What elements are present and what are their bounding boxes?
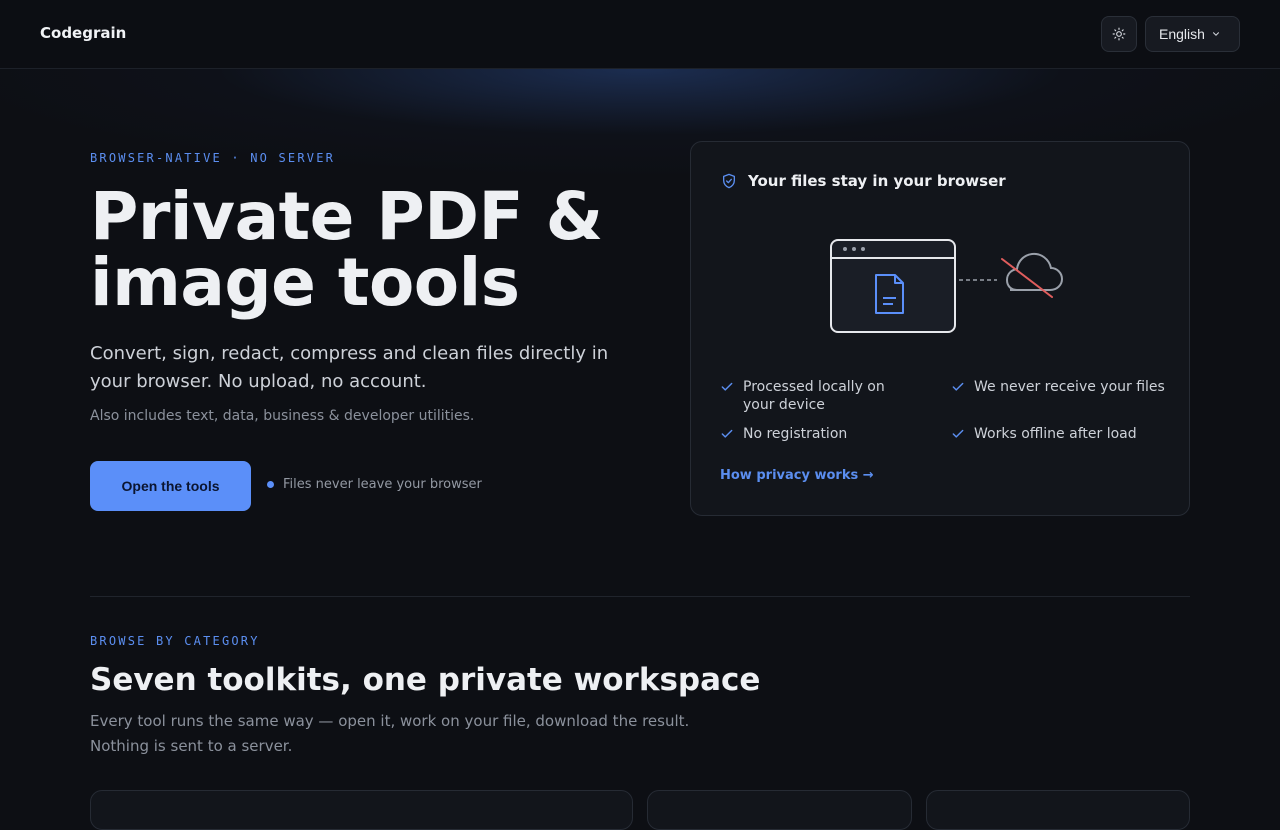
top-navbar: Codegrain English [0, 0, 1280, 69]
language-label: English [1159, 26, 1205, 42]
status-dot-icon [267, 481, 274, 488]
categories-eyebrow: BROWSE BY CATEGORY [90, 634, 260, 648]
privacy-card-header: Your files stay in your browser [721, 172, 1006, 190]
privacy-card: Your files stay in your browser Processe… [690, 141, 1190, 516]
privacy-card-title: Your files stay in your browser [748, 172, 1006, 190]
feature-label: We never receive your files [974, 379, 1165, 395]
how-privacy-works-link[interactable]: How privacy works → [720, 468, 874, 483]
feature-label: Processed locally on your device [743, 379, 885, 413]
section-divider [90, 596, 1190, 597]
toolkit-card[interactable] [926, 790, 1190, 830]
feature-item: No registration [720, 425, 920, 443]
hero-subtext: Also includes text, data, business & dev… [90, 408, 475, 424]
categories-title: Seven toolkits, one private workspace [90, 662, 761, 698]
brand-logo[interactable]: Codegrain [40, 24, 126, 42]
shield-check-icon [723, 173, 735, 189]
feature-item: Processed locally on your device [720, 378, 920, 414]
hero-title: Private PDF & image tools [90, 178, 603, 321]
check-icon [721, 382, 733, 391]
theme-toggle-button[interactable] [1101, 16, 1137, 52]
chevron-down-icon [1212, 32, 1219, 36]
check-icon [952, 382, 964, 391]
privacy-note-text: Files never leave your browser [283, 477, 482, 492]
feature-label: No registration [743, 426, 848, 442]
browser-offline-illustration [830, 239, 1064, 333]
sun-icon [1112, 27, 1126, 41]
hero-eyebrow: BROWSER-NATIVE · NO SERVER [90, 151, 336, 165]
language-selector[interactable]: English [1145, 16, 1240, 52]
toolkit-card[interactable] [647, 790, 912, 830]
cloud-crossed-icon [1001, 252, 1064, 298]
privacy-note: Files never leave your browser [267, 477, 482, 492]
categories-description: Every tool runs the same way — open it, … [90, 712, 690, 755]
browser-window-icon [830, 239, 956, 333]
feature-item: Works offline after load [951, 425, 1171, 443]
open-tools-button[interactable]: Open the tools [90, 461, 251, 511]
hero-lead: Convert, sign, redact, compress and clea… [90, 343, 609, 392]
check-icon [721, 429, 733, 438]
feature-item: We never receive your files [951, 378, 1171, 396]
check-icon [952, 429, 964, 438]
toolkit-card[interactable] [90, 790, 633, 830]
feature-label: Works offline after load [974, 426, 1137, 442]
